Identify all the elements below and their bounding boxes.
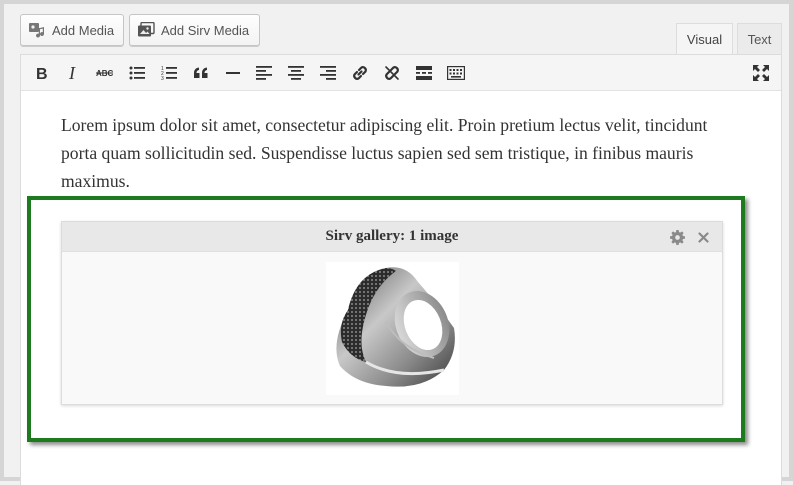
tab-visual[interactable]: Visual	[676, 23, 733, 55]
svg-text:B: B	[36, 66, 48, 81]
add-sirv-media-label: Add Sirv Media	[161, 22, 250, 38]
align-left-icon[interactable]	[252, 61, 276, 85]
numbered-list-icon[interactable]: 123	[157, 61, 181, 85]
align-center-icon[interactable]	[284, 61, 308, 85]
add-media-label: Add Media	[52, 22, 115, 38]
fullscreen-icon[interactable]	[749, 61, 773, 85]
sirv-gallery-block[interactable]: Sirv gallery: 1 image	[61, 221, 723, 405]
tab-text[interactable]: Text	[737, 23, 782, 55]
ring-image	[336, 267, 455, 387]
svg-text:3: 3	[161, 76, 164, 80]
strikethrough-icon[interactable]: ABC	[93, 61, 117, 85]
horizontal-line-icon[interactable]	[221, 61, 245, 85]
close-icon[interactable]	[694, 228, 712, 246]
toolbar-toggle-icon[interactable]	[444, 61, 468, 85]
gear-icon[interactable]	[668, 228, 686, 246]
blockquote-icon[interactable]	[189, 61, 213, 85]
editor-toolbar: B I ABC 123	[21, 55, 781, 91]
editor-area[interactable]: B I ABC 123 Lorem ipsum dolor sit amet, …	[20, 54, 782, 485]
media-icon	[28, 22, 46, 38]
read-more-icon[interactable]	[412, 61, 436, 85]
unlink-icon[interactable]	[380, 61, 404, 85]
bold-icon[interactable]: B	[29, 61, 53, 85]
gallery-title: Sirv gallery: 1 image	[325, 228, 459, 244]
add-media-button[interactable]: Add Media	[20, 14, 124, 46]
align-right-icon[interactable]	[316, 61, 340, 85]
bulleted-list-icon[interactable]	[125, 61, 149, 85]
gallery-image-ring[interactable]	[326, 262, 459, 395]
add-sirv-media-button[interactable]: Add Sirv Media	[129, 14, 260, 46]
link-icon[interactable]	[348, 61, 372, 85]
svg-text:I: I	[68, 65, 76, 81]
italic-icon[interactable]: I	[61, 61, 85, 85]
gallery-header: Sirv gallery: 1 image	[62, 222, 722, 252]
editor-frame: Add Media Add Sirv Media Visual Text B I…	[0, 0, 793, 485]
sirv-media-icon	[137, 21, 155, 38]
editor-paragraph[interactable]: Lorem ipsum dolor sit amet, consectetur …	[61, 111, 711, 195]
